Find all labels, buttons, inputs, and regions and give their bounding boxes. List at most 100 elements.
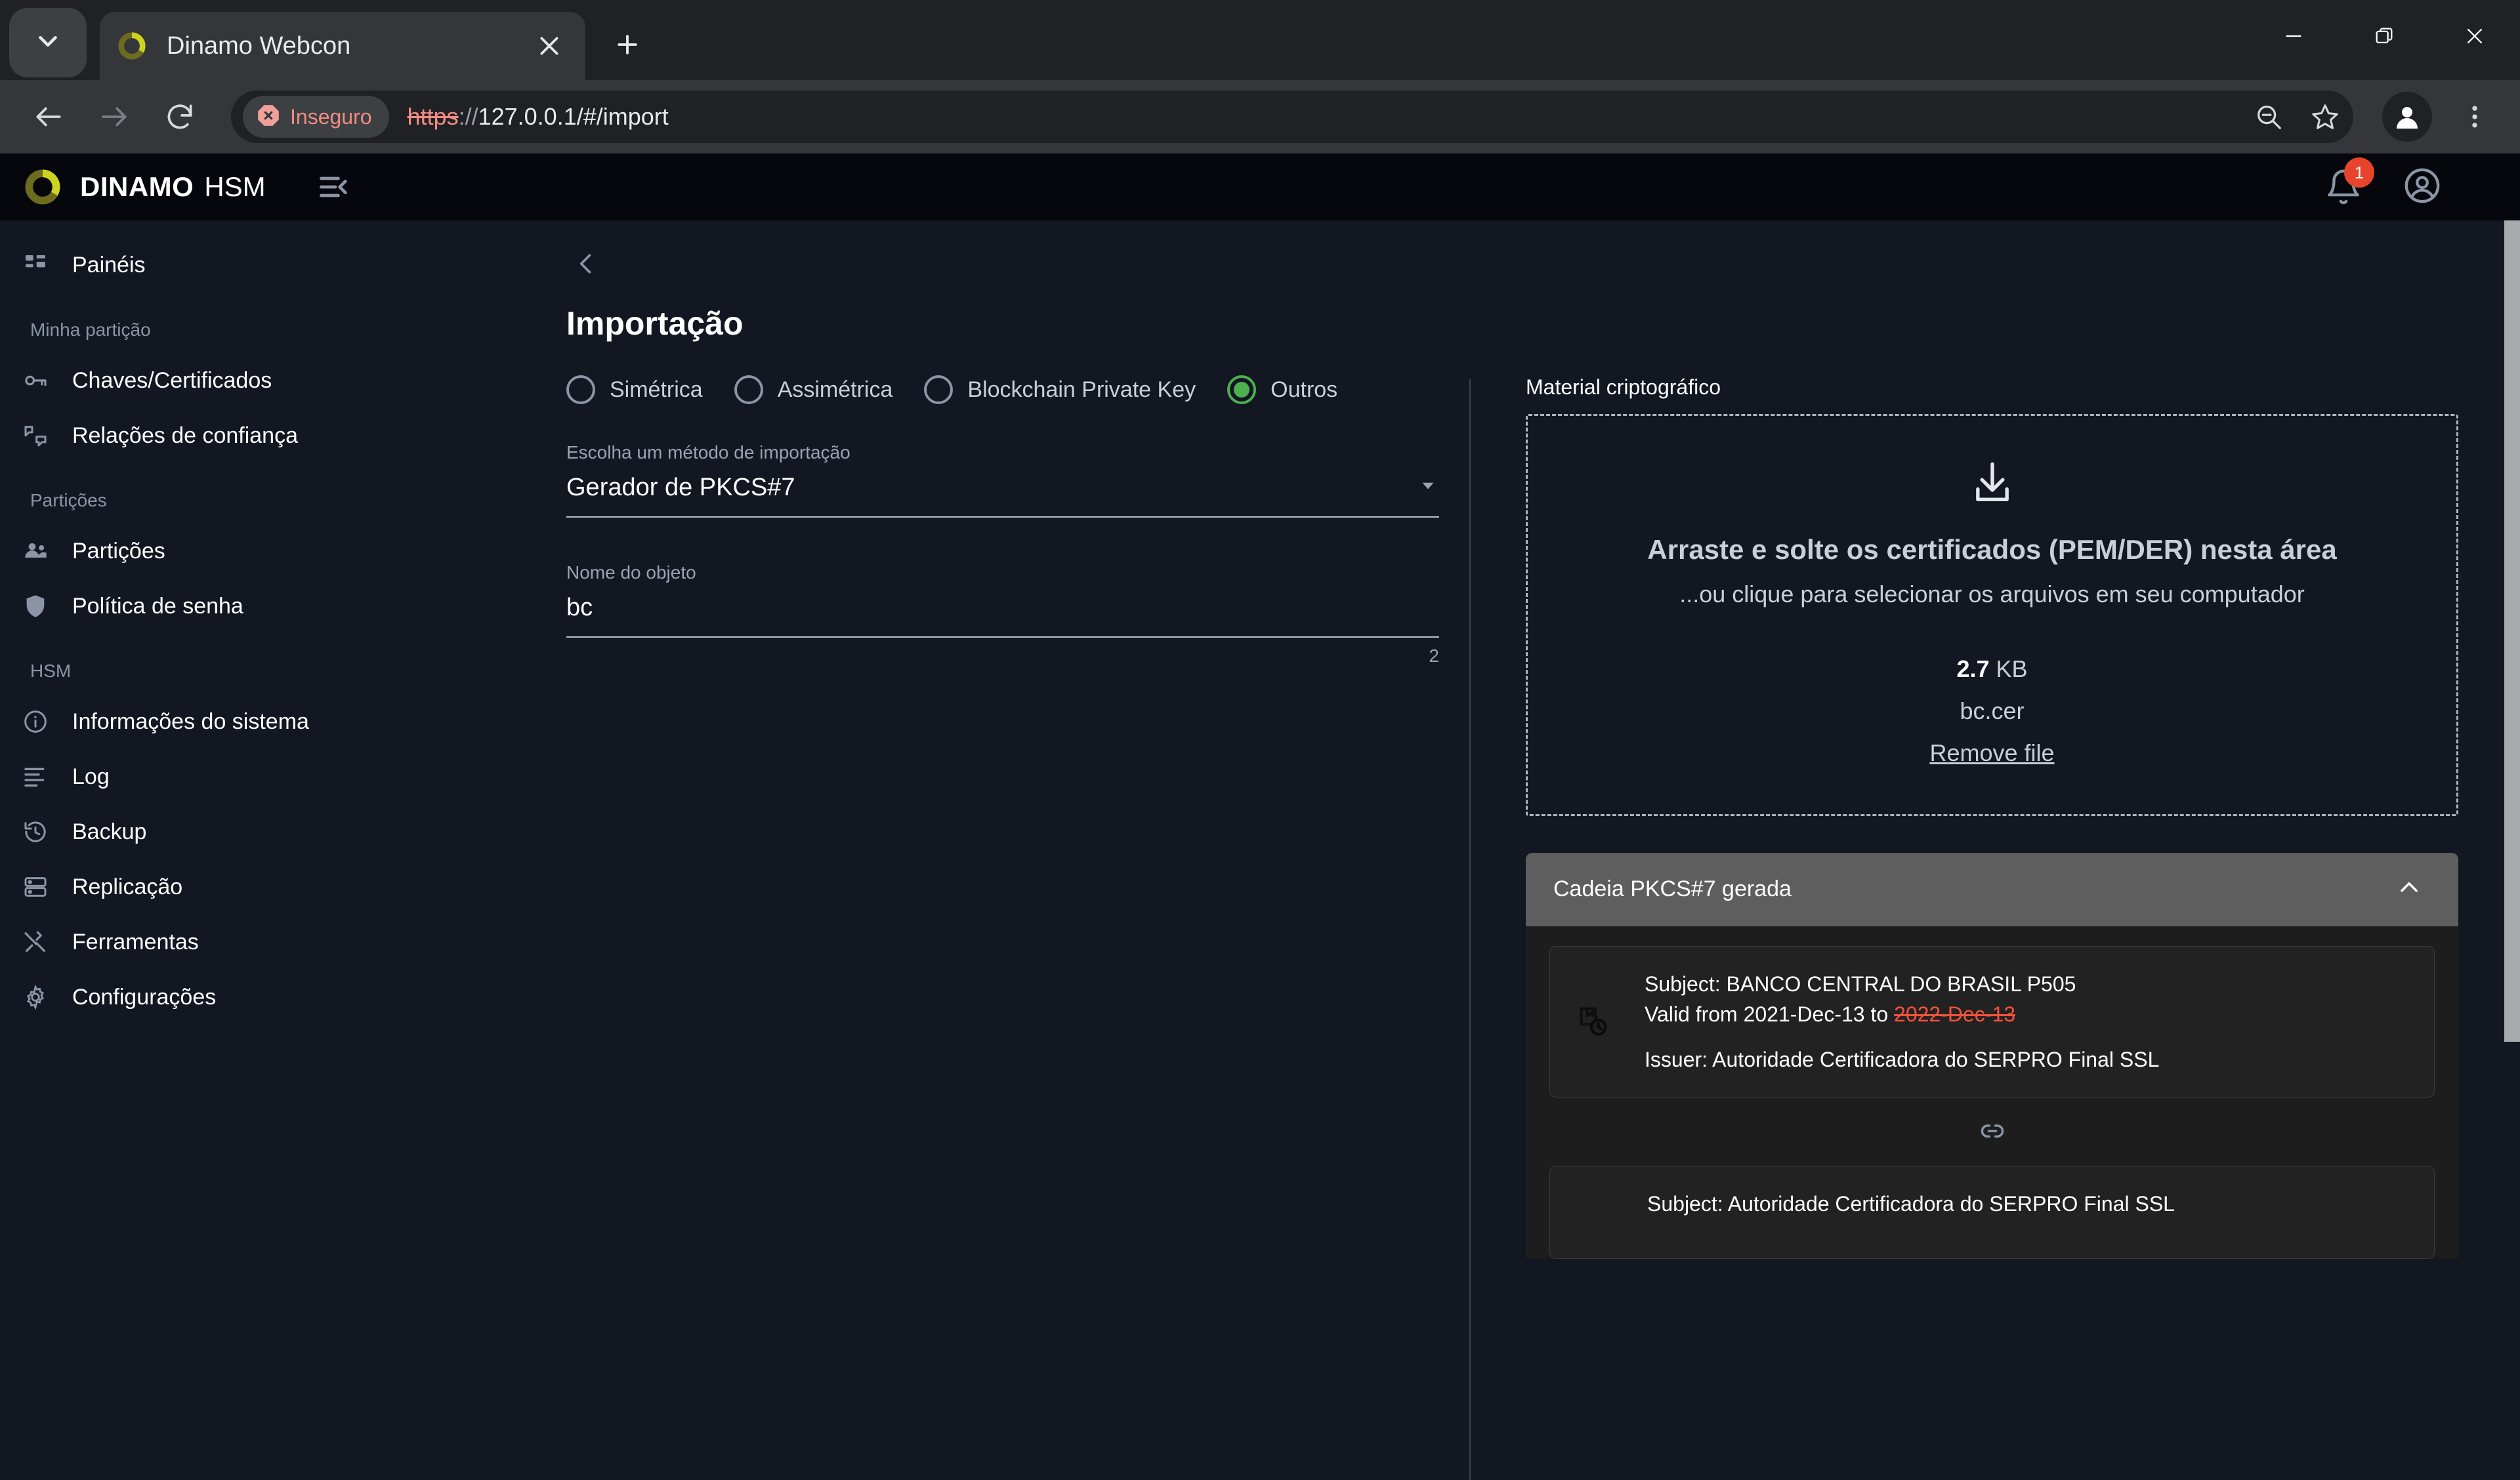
browser-window: Dinamo Webcon Inseguro https://127.0.0.1…	[0, 0, 2520, 1480]
chevron-down-icon	[1417, 474, 1439, 501]
radio-blockchain-private-key[interactable]: Blockchain Private Key	[924, 375, 1196, 404]
import-method-label: Escolha um método de importação	[566, 442, 850, 462]
info-icon	[22, 709, 56, 735]
certificate-subject: Subject: BANCO CENTRAL DO BRASIL P505	[1645, 972, 2076, 996]
import-method-select[interactable]: Escolha um método de importação Gerador …	[566, 442, 1439, 518]
main-content: Importação Simétrica Assimétrica Blockch…	[540, 220, 2520, 1480]
browser-tab[interactable]: Dinamo Webcon	[100, 12, 585, 80]
radio-label: Outros	[1270, 377, 1338, 402]
sidebar-item-informacoes-do-sistema[interactable]: Informações do sistema	[0, 694, 540, 749]
radio-assimetrica[interactable]: Assimétrica	[734, 375, 892, 404]
address-bar[interactable]: Inseguro https://127.0.0.1/#/import	[231, 91, 2353, 143]
sidebar-item-label: Backup	[72, 819, 147, 844]
key-icon	[22, 367, 56, 394]
radio-circle-icon	[924, 375, 954, 404]
dropzone-subtitle: ...ou clique para selecionar os arquivos…	[1679, 580, 2305, 607]
security-status-label: Inseguro	[290, 104, 372, 129]
file-size-unit: KB	[1996, 655, 2028, 682]
zoom-out-icon[interactable]	[2240, 89, 2297, 145]
security-status-chip[interactable]: Inseguro	[243, 96, 389, 138]
radio-circle-icon	[566, 375, 595, 404]
certificate-issuer: Issuer: Autoridade Certificadora do SERP…	[1645, 1047, 2160, 1071]
web-app: DINAMO HSM 1 Painéis Minha partição Chav…	[0, 154, 2520, 1480]
crypto-material-title: Material criptográfico	[1526, 375, 1721, 399]
back-arrow-icon[interactable]	[17, 85, 80, 148]
content-scrollbar[interactable]	[2504, 220, 2520, 1480]
object-name-char-counter: 2	[1429, 646, 1439, 666]
sidebar-item-label: Informações do sistema	[72, 709, 309, 734]
page-title: Importação	[566, 305, 744, 342]
certificate-details: Subject: BANCO CENTRAL DO BRASIL P505 Va…	[1645, 969, 2159, 1075]
chevron-down-icon	[33, 26, 63, 60]
url-host-path: 127.0.0.1/#/import	[478, 103, 669, 130]
sidebar-group-particoes: Partições	[30, 490, 107, 510]
file-dropzone[interactable]: Arraste e solte os certificados (PEM/DER…	[1526, 414, 2458, 816]
certificate-card[interactable]: Subject: BANCO CENTRAL DO BRASIL P505 Va…	[1549, 945, 2435, 1098]
notifications-button[interactable]: 1	[2324, 157, 2374, 206]
maximize-icon[interactable]	[2339, 0, 2429, 72]
chevron-left-icon[interactable]	[566, 244, 606, 283]
accordion-header[interactable]: Cadeia PKCS#7 gerada	[1526, 852, 2458, 926]
app-body: Painéis Minha partição Chaves/Certificad…	[0, 220, 2520, 1480]
app-header: DINAMO HSM 1	[0, 154, 2520, 220]
sidebar-item-label: Relações de confiança	[72, 422, 299, 448]
sidebar-item-replicacao[interactable]: Replicação	[0, 859, 540, 915]
radio-outros[interactable]: Outros	[1227, 375, 1337, 404]
object-name-value: bc	[566, 594, 593, 621]
file-name: bc.cer	[1960, 697, 2025, 724]
sidebar-item-paineis[interactable]: Painéis	[0, 237, 540, 293]
dashboard-icon	[22, 252, 56, 278]
new-tab-button[interactable]	[600, 17, 655, 72]
file-size: 2.7 KB	[1554, 655, 2430, 683]
sidebar-item-relacoes-de-confianca[interactable]: Relações de confiança	[0, 408, 540, 463]
close-icon[interactable]	[2429, 0, 2520, 72]
account-circle-icon[interactable]	[2403, 167, 2441, 208]
certificate-clock-icon	[1570, 1004, 1616, 1038]
radio-simetrica[interactable]: Simétrica	[566, 375, 703, 404]
back-row	[540, 220, 2520, 283]
chevron-up-icon[interactable]	[2397, 875, 2422, 903]
sidebar-item-label: Ferramentas	[72, 929, 199, 955]
trust-relations-icon	[22, 422, 56, 449]
forward-arrow-icon[interactable]	[83, 85, 146, 148]
gear-icon	[22, 984, 56, 1010]
sidebar-item-backup[interactable]: Backup	[0, 804, 540, 859]
brand-subtitle: HSM	[204, 171, 266, 202]
minimize-icon[interactable]	[2248, 0, 2339, 72]
sidebar-item-particoes[interactable]: Partições	[0, 524, 540, 579]
history-icon	[22, 819, 56, 845]
sidebar-item-configuracoes[interactable]: Configurações	[0, 970, 540, 1025]
sidebar-item-politica-de-senha[interactable]: Política de senha	[0, 579, 540, 634]
accordion-body: Subject: BANCO CENTRAL DO BRASIL P505 Va…	[1526, 926, 2458, 1260]
download-into-tray-icon	[1554, 458, 2430, 508]
people-icon	[22, 538, 56, 564]
tab-title: Dinamo Webcon	[167, 31, 351, 60]
url-text: https://127.0.0.1/#/import	[408, 103, 669, 131]
sidebar-item-label: Configurações	[72, 984, 217, 1010]
close-icon[interactable]	[530, 27, 568, 65]
certificate-card[interactable]: Subject: Autoridade Certificadora do SER…	[1549, 1166, 2435, 1260]
sidebar-item-log[interactable]: Log	[0, 749, 540, 804]
radio-circle-icon	[734, 375, 763, 404]
certificate-validity: Valid from 2021-Dec-13 to 2022-Dec-13	[1645, 999, 2159, 1029]
dinamo-logo-icon	[22, 167, 63, 207]
url-separator: ://	[458, 103, 478, 130]
tab-search-button[interactable]	[9, 8, 87, 77]
window-controls	[2248, 0, 2520, 72]
star-icon[interactable]	[2297, 89, 2353, 145]
three-dots-menu-icon[interactable]	[2446, 89, 2503, 145]
collapse-sidebar-icon[interactable]	[313, 166, 355, 208]
sidebar-item-chaves-certificados[interactable]: Chaves/Certificados	[0, 353, 540, 408]
scrollbar-thumb[interactable]	[2504, 220, 2520, 1042]
object-name-input[interactable]: Nome do objeto bc 2	[566, 562, 1439, 667]
profile-avatar-icon[interactable]	[2382, 92, 2432, 142]
sidebar-item-ferramentas[interactable]: Ferramentas	[0, 915, 540, 970]
sidebar-group-minha-particao: Minha partição	[30, 319, 151, 340]
notification-badge: 1	[2344, 157, 2374, 188]
reload-icon[interactable]	[148, 85, 211, 148]
sidebar-item-label: Política de senha	[72, 593, 243, 619]
remove-file-link[interactable]: Remove file	[1929, 739, 2054, 767]
insecure-warning-icon	[256, 103, 281, 131]
radio-circle-selected-icon	[1227, 375, 1257, 404]
import-type-radio-group: Simétrica Assimétrica Blockchain Private…	[566, 375, 1469, 404]
